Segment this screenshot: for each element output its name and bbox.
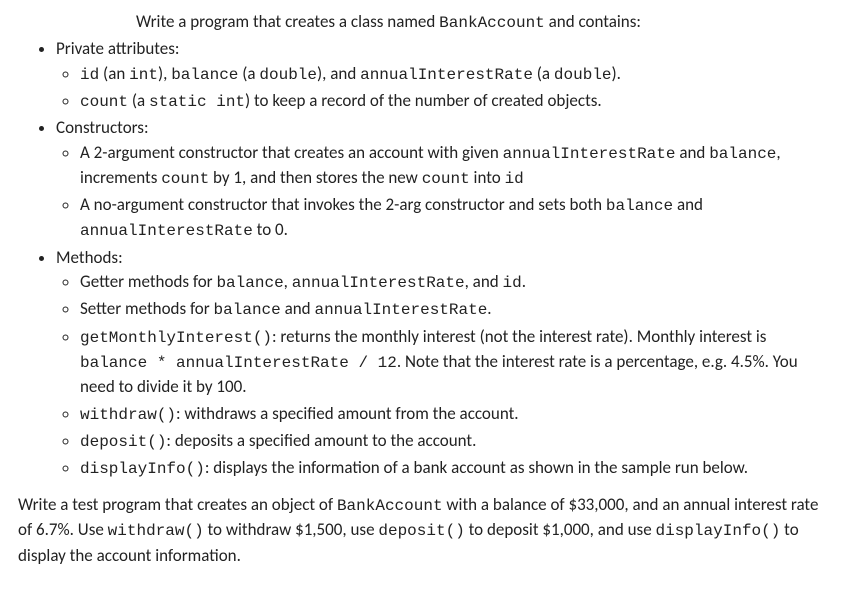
section-private-attributes: Private attributes: id (an int), balance… bbox=[56, 37, 825, 114]
method-withdraw: withdraw(): withdraws a specified amount… bbox=[80, 402, 825, 427]
code-classname: BankAccount bbox=[439, 14, 545, 32]
text: to 0. bbox=[253, 219, 288, 240]
main-list: Private attributes: id (an int), balance… bbox=[56, 37, 825, 481]
code-formula: balance * annualInterestRate / 12 bbox=[80, 354, 397, 372]
method-deposit: deposit(): deposits a specified amount t… bbox=[80, 429, 825, 454]
code-withdraw: withdraw() bbox=[108, 522, 204, 540]
sublist-attributes: id (an int), balance (a double), and ann… bbox=[80, 62, 825, 114]
code-id: id bbox=[503, 274, 522, 292]
code-deposit: deposit() bbox=[378, 522, 464, 540]
code-annualinterestrate: annualInterestRate bbox=[360, 66, 533, 84]
text: (a bbox=[128, 90, 149, 111]
text: (a bbox=[533, 63, 554, 84]
method-setters: Setter methods for balance and annualInt… bbox=[80, 297, 825, 322]
text: . bbox=[487, 298, 491, 319]
method-getters: Getter methods for balance, annualIntere… bbox=[80, 270, 825, 295]
text: ), bbox=[158, 63, 171, 84]
text: , bbox=[284, 271, 292, 292]
code-count: count bbox=[161, 170, 209, 188]
constructor-line-1: A 2-argument constructor that creates an… bbox=[80, 141, 825, 191]
text: and bbox=[673, 194, 703, 215]
text: Setter methods for bbox=[80, 298, 214, 319]
section-title: Methods: bbox=[56, 247, 123, 268]
text: and bbox=[675, 142, 709, 163]
code-balance: balance bbox=[606, 197, 673, 215]
intro-paragraph: Write a program that creates a class nam… bbox=[136, 10, 825, 35]
code-count: count bbox=[80, 93, 128, 111]
code-count: count bbox=[422, 170, 470, 188]
code-balance: balance bbox=[216, 274, 283, 292]
code-annualinterestrate: annualInterestRate bbox=[503, 145, 676, 163]
code-balance: balance bbox=[214, 301, 281, 319]
code-displayinfo: displayInfo() bbox=[656, 522, 781, 540]
text: ) to keep a record of the number of crea… bbox=[245, 90, 602, 111]
code-staticint: static int bbox=[149, 93, 245, 111]
code-id: id bbox=[80, 66, 99, 84]
code-getmonthlyinterest: getMonthlyInterest() bbox=[80, 329, 272, 347]
code-annualinterestrate: annualInterestRate bbox=[80, 222, 253, 240]
section-title: Constructors: bbox=[56, 117, 149, 138]
text: Write a test program that creates an obj… bbox=[18, 494, 337, 515]
code-withdraw: withdraw() bbox=[80, 406, 176, 424]
attr-line-1: id (an int), balance (a double), and ann… bbox=[80, 62, 825, 87]
code-bankaccount: BankAccount bbox=[337, 497, 443, 515]
text: A no-argument constructor that invokes t… bbox=[80, 194, 606, 215]
code-int: int bbox=[129, 66, 158, 84]
text: ). bbox=[612, 63, 621, 84]
code-double: double bbox=[259, 66, 317, 84]
code-deposit: deposit() bbox=[80, 433, 166, 451]
sublist-methods: Getter methods for balance, annualIntere… bbox=[80, 270, 825, 481]
code-id: id bbox=[505, 170, 524, 188]
constructor-line-2: A no-argument constructor that invokes t… bbox=[80, 193, 825, 243]
text: (a bbox=[238, 63, 259, 84]
text: : deposits a specified amount to the acc… bbox=[166, 430, 476, 451]
method-displayinfo: displayInfo(): displays the information … bbox=[80, 456, 825, 481]
final-paragraph: Write a test program that creates an obj… bbox=[18, 493, 825, 568]
code-double: double bbox=[554, 66, 612, 84]
text: to withdraw $1,500, use bbox=[204, 519, 379, 540]
code-annualinterestrate: annualInterestRate bbox=[292, 274, 465, 292]
text: ), and bbox=[317, 63, 360, 84]
text: A 2-argument constructor that creates an… bbox=[80, 142, 503, 163]
section-methods: Methods: Getter methods for balance, ann… bbox=[56, 246, 825, 482]
code-annualinterestrate: annualInterestRate bbox=[314, 301, 487, 319]
sublist-constructors: A 2-argument constructor that creates an… bbox=[80, 141, 825, 244]
text: into bbox=[470, 167, 505, 188]
text: by 1, and then stores the new bbox=[209, 167, 421, 188]
text: : returns the monthly interest (not the … bbox=[272, 326, 766, 347]
text: (an bbox=[99, 63, 129, 84]
code-displayinfo: displayInfo() bbox=[80, 460, 205, 478]
intro-text: Write a program that creates a class nam… bbox=[136, 11, 439, 32]
text: to deposit $1,000, and use bbox=[465, 519, 656, 540]
text: . bbox=[522, 271, 526, 292]
text: and bbox=[281, 298, 315, 319]
text: , and bbox=[465, 271, 503, 292]
method-monthlyinterest: getMonthlyInterest(): returns the monthl… bbox=[80, 325, 825, 400]
section-title: Private attributes: bbox=[56, 38, 179, 59]
code-balance: balance bbox=[171, 66, 238, 84]
code-balance: balance bbox=[709, 145, 776, 163]
intro-text-end: and contains: bbox=[545, 11, 641, 32]
text: Getter methods for bbox=[80, 271, 216, 292]
text: : displays the information of a bank acc… bbox=[205, 457, 748, 478]
section-constructors: Constructors: A 2-argument constructor t… bbox=[56, 116, 825, 243]
attr-line-2: count (a static int) to keep a record of… bbox=[80, 89, 825, 114]
text: : withdraws a specified amount from the … bbox=[176, 403, 519, 424]
